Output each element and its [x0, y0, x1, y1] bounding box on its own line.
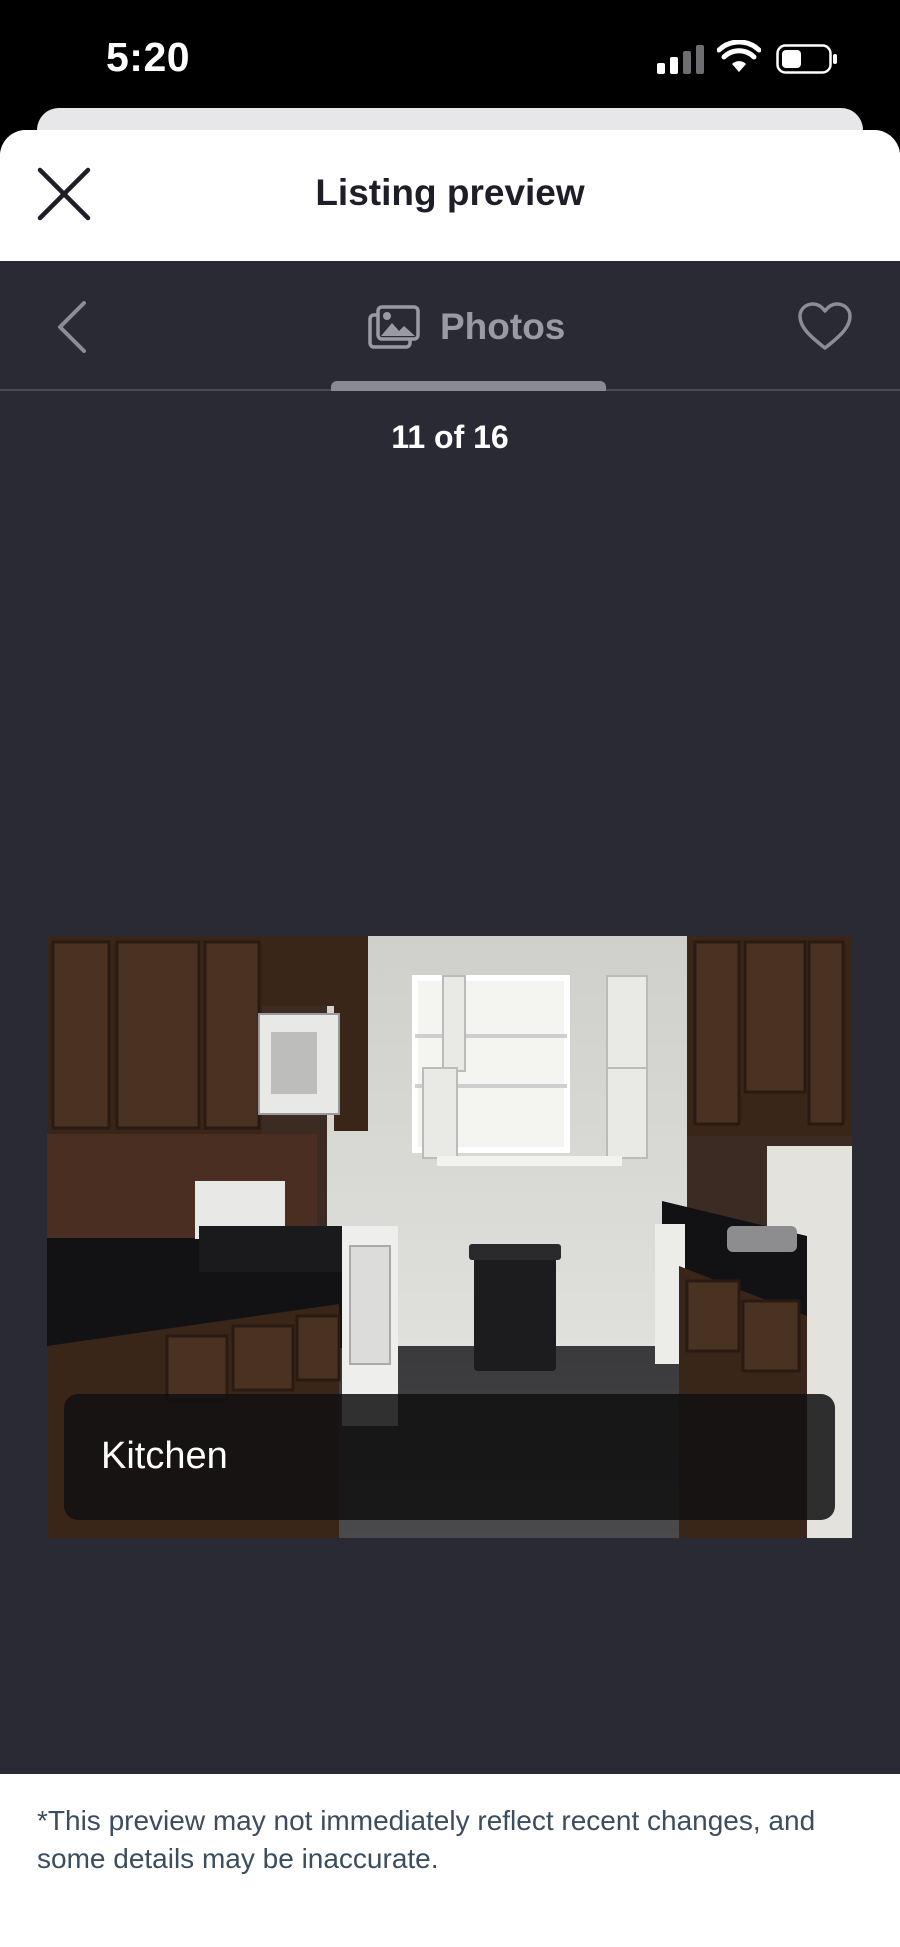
kitchen-photo[interactable]: Kitchen: [47, 936, 852, 1538]
listing-preview-sheet: Listing preview Photos 11 of 16 Kitchen …: [0, 130, 900, 1947]
photo-caption-text: Kitchen: [101, 1435, 228, 1477]
back-button[interactable]: [50, 299, 100, 355]
active-tab-indicator: [331, 381, 606, 391]
tab-photos[interactable]: Photos: [368, 299, 565, 355]
disclaimer-text: *This preview may not immediately reflec…: [37, 1805, 816, 1874]
battery-icon: [776, 44, 837, 74]
footer: *This preview may not immediately reflec…: [0, 1774, 900, 1947]
cellular-signal-icon: [657, 44, 705, 74]
status-time: 5:20: [106, 34, 191, 80]
photo-viewer: Photos 11 of 16 Kitchen: [0, 261, 900, 1774]
viewer-nav: Photos: [0, 261, 900, 391]
favorite-button[interactable]: [797, 301, 853, 353]
header: Listing preview: [0, 130, 900, 261]
photos-icon: [368, 305, 420, 349]
wifi-icon: [717, 40, 761, 72]
heart-outline-icon: [798, 302, 852, 350]
status-bar: 5:20: [0, 0, 900, 120]
tab-photos-label: Photos: [440, 306, 566, 347]
photo-counter: 11 of 16: [391, 419, 509, 455]
page-title: Listing preview: [315, 172, 585, 213]
photo-caption[interactable]: Kitchen: [64, 1394, 835, 1520]
chevron-left-icon: [58, 301, 86, 353]
